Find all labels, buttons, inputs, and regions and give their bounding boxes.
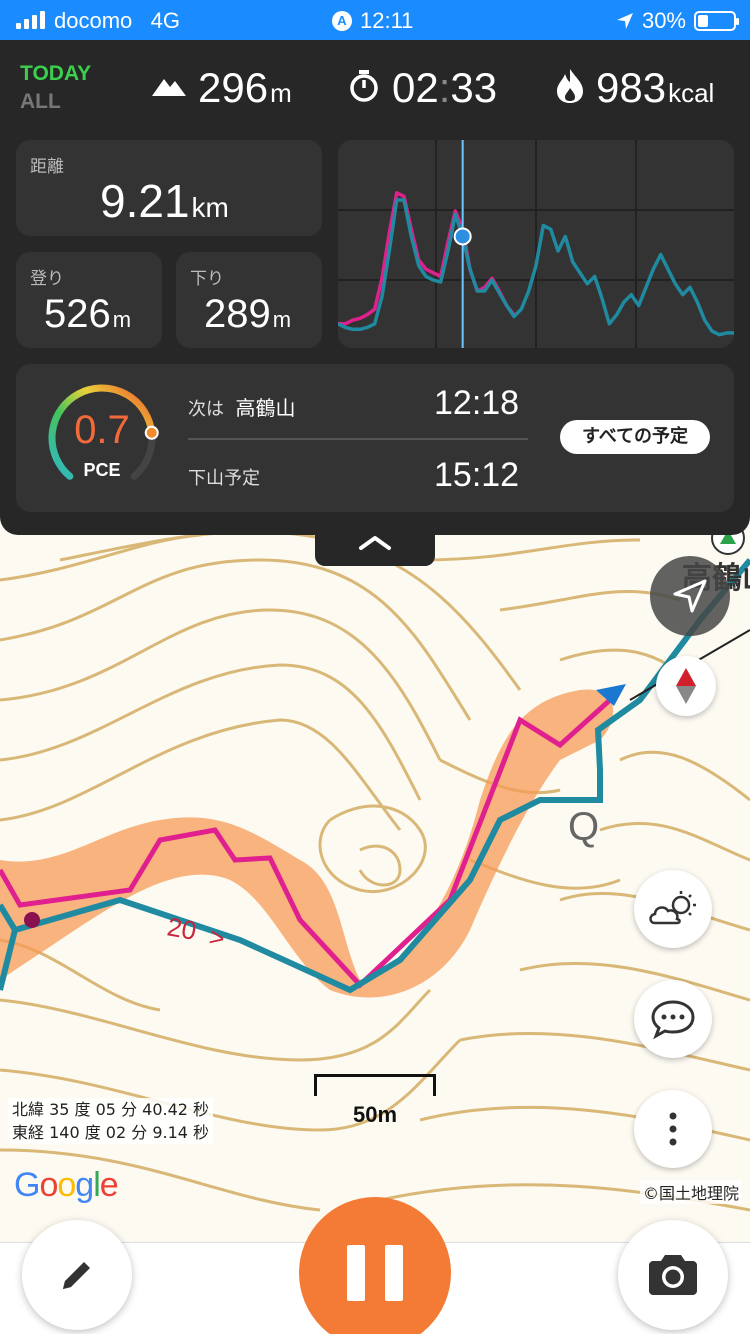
distance-card: 距離 9.21km xyxy=(16,140,322,236)
map-attribution: ©国土地理院 xyxy=(640,1180,743,1204)
distance-value: 9.21km xyxy=(100,175,229,227)
stopwatch-icon xyxy=(350,70,378,102)
calories-summary: 983 kcal xyxy=(556,64,714,111)
elevation-chart-plot xyxy=(338,140,734,348)
next-label: 次は 高鶴山 xyxy=(188,396,296,420)
network-type: 4G xyxy=(150,8,180,33)
descent-plan-label: 下山予定 xyxy=(188,468,260,489)
coordinates-readout: 北緯 35 度 05 分 40.42 秒 東経 140 度 02 分 9.14 … xyxy=(8,1098,214,1144)
status-bar: docomo 4G A 12:11 30% xyxy=(0,0,750,40)
carrier-name: docomo 4G xyxy=(54,8,180,33)
map-scale: 50m xyxy=(314,1074,436,1130)
clock: 12:11 xyxy=(360,8,414,33)
scale-label: 50m xyxy=(352,1102,398,1127)
descent-label: 下り xyxy=(190,269,224,289)
mountain-icon xyxy=(152,79,186,96)
edit-button[interactable] xyxy=(22,1220,132,1330)
waypoint-marker[interactable] xyxy=(24,912,40,928)
pce-gauge: 0.7 PCE xyxy=(44,380,160,496)
descent-plan-time: 15:12 xyxy=(434,456,520,494)
chat-bubble-icon xyxy=(651,1000,695,1039)
ascent-card: 登り 526m xyxy=(16,252,162,348)
weather-button[interactable] xyxy=(634,870,712,948)
signal-strength-icon xyxy=(16,11,45,29)
collapse-panel-button[interactable] xyxy=(315,524,435,566)
pce-value: 0.7 xyxy=(74,408,130,452)
chevron-up-icon xyxy=(359,536,391,550)
pause-icon-bar-left xyxy=(347,1245,365,1301)
next-place: 高鶴山 xyxy=(235,396,296,420)
scale-bar xyxy=(314,1074,436,1096)
all-plans-button[interactable]: すべての予定 xyxy=(560,420,710,454)
navigation-arrow-icon xyxy=(673,579,707,613)
descent-value: 289m xyxy=(204,292,292,336)
more-options-button[interactable] xyxy=(634,1090,712,1168)
divider xyxy=(188,438,528,440)
activity-panel: TODAY ALL 296 m 02:33 983 kcal 距離 9.21km 登… xyxy=(0,40,750,535)
distance-label: 距離 xyxy=(30,157,64,177)
battery-icon xyxy=(694,11,739,31)
camera-icon xyxy=(649,1255,697,1295)
pause-icon-bar-right xyxy=(385,1245,403,1301)
pencil-icon xyxy=(63,1262,90,1289)
weather-cloud-sun-icon xyxy=(649,891,696,925)
route-marker-label: 20 xyxy=(165,911,199,946)
longitude-text: 東経 140 度 02 分 9.14 秒 xyxy=(8,1121,214,1144)
period-all[interactable]: ALL xyxy=(20,88,91,116)
elevation-chart[interactable] xyxy=(338,140,734,348)
recenter-location-button[interactable] xyxy=(650,556,730,636)
compass-button[interactable] xyxy=(656,656,716,716)
map-symbol-q: Q xyxy=(568,805,599,849)
elevation-summary: 296 m xyxy=(152,64,292,111)
chat-button[interactable] xyxy=(634,980,712,1058)
camera-button[interactable] xyxy=(618,1220,728,1330)
google-logo: Google xyxy=(14,1166,119,1204)
elapsed-time: 02:33 xyxy=(348,64,497,111)
flame-icon xyxy=(557,69,583,103)
next-time: 12:18 xyxy=(434,384,520,422)
ascent-value: 526m xyxy=(44,292,132,336)
plan-card: 0.7 PCE 次は 高鶴山 12:18 下山予定 15:12 すべての予定 xyxy=(16,364,734,512)
period-toggle[interactable]: TODAY ALL xyxy=(20,60,91,116)
location-services-icon: A xyxy=(332,11,352,31)
compass-icon xyxy=(676,668,696,704)
pce-label: PCE xyxy=(83,460,121,480)
chart-series-planned xyxy=(338,191,516,326)
location-arrow-icon xyxy=(616,13,633,29)
chart-current-position-marker[interactable] xyxy=(453,227,472,246)
latitude-text: 北緯 35 度 05 分 40.42 秒 xyxy=(8,1098,214,1121)
period-today[interactable]: TODAY xyxy=(20,60,91,88)
more-vertical-icon xyxy=(669,1112,677,1146)
descent-card: 下り 289m xyxy=(176,252,322,348)
ascent-label: 登り xyxy=(30,269,64,289)
battery-percent: 30% xyxy=(641,8,686,33)
